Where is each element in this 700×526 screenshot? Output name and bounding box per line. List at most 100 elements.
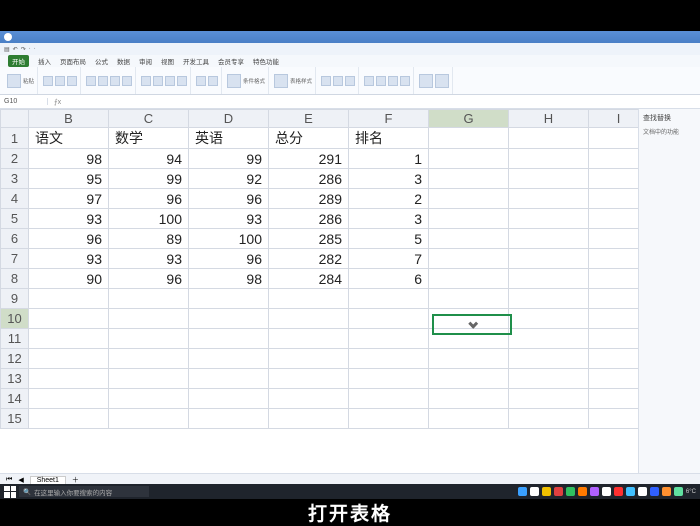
col-header-B[interactable]: B bbox=[29, 110, 109, 128]
sort-icon[interactable] bbox=[333, 76, 343, 86]
menu-2[interactable]: 页面布局 bbox=[60, 56, 86, 66]
cell-F15[interactable] bbox=[349, 409, 429, 429]
cell-C7[interactable]: 93 bbox=[109, 249, 189, 269]
cell-H11[interactable] bbox=[509, 329, 589, 349]
col-header-H[interactable]: H bbox=[509, 110, 589, 128]
col-header-C[interactable]: C bbox=[109, 110, 189, 128]
cell-F9[interactable] bbox=[349, 289, 429, 309]
row-header-15[interactable]: 15 bbox=[1, 409, 29, 429]
cell-H10[interactable] bbox=[509, 309, 589, 329]
row-header-12[interactable]: 12 bbox=[1, 349, 29, 369]
cell-F8[interactable]: 6 bbox=[349, 269, 429, 289]
qat-redo-icon[interactable]: ↷ bbox=[21, 46, 26, 53]
cell-G15[interactable] bbox=[429, 409, 509, 429]
cell-B10[interactable] bbox=[29, 309, 109, 329]
cell-H12[interactable] bbox=[509, 349, 589, 369]
weather-temp[interactable]: 6°C bbox=[686, 489, 696, 495]
cell-E15[interactable] bbox=[269, 409, 349, 429]
tray-icon-10[interactable] bbox=[638, 487, 647, 496]
taskbar-search[interactable]: 🔍 在这里输入你要搜索的内容 bbox=[19, 486, 149, 497]
cell-E6[interactable]: 285 bbox=[269, 229, 349, 249]
cell-I12[interactable] bbox=[589, 349, 639, 369]
cell-D6[interactable]: 100 bbox=[189, 229, 269, 249]
cell-B12[interactable] bbox=[29, 349, 109, 369]
cell-G10[interactable] bbox=[429, 309, 509, 329]
tray-icon-6[interactable] bbox=[590, 487, 599, 496]
underline-icon[interactable] bbox=[110, 76, 120, 86]
cell-D3[interactable]: 92 bbox=[189, 169, 269, 189]
cell-B13[interactable] bbox=[29, 369, 109, 389]
tray-icon-2[interactable] bbox=[542, 487, 551, 496]
menu-0[interactable]: 开始 bbox=[8, 55, 29, 67]
cell-I13[interactable] bbox=[589, 369, 639, 389]
row-header-3[interactable]: 3 bbox=[1, 169, 29, 189]
cell-C4[interactable]: 96 bbox=[109, 189, 189, 209]
tray-icon-13[interactable] bbox=[674, 487, 683, 496]
tray-icon-4[interactable] bbox=[566, 487, 575, 496]
cell-F10[interactable] bbox=[349, 309, 429, 329]
cell-F3[interactable]: 3 bbox=[349, 169, 429, 189]
row-header-13[interactable]: 13 bbox=[1, 369, 29, 389]
bold-icon[interactable] bbox=[86, 76, 96, 86]
cell-B9[interactable] bbox=[29, 289, 109, 309]
menu-3[interactable]: 公式 bbox=[95, 56, 108, 66]
menu-bar[interactable]: 开始插入页面布局公式数据审阅视图开发工具会员专享特色功能 bbox=[0, 55, 700, 67]
cell-I11[interactable] bbox=[589, 329, 639, 349]
cell-I15[interactable] bbox=[589, 409, 639, 429]
tray-icon-3[interactable] bbox=[554, 487, 563, 496]
cell-I5[interactable] bbox=[589, 209, 639, 229]
row-header-10[interactable]: 10 bbox=[1, 309, 29, 329]
cell-G2[interactable] bbox=[429, 149, 509, 169]
menu-7[interactable]: 开发工具 bbox=[183, 56, 209, 66]
row-col-icon[interactable] bbox=[376, 76, 386, 86]
menu-1[interactable]: 插入 bbox=[38, 56, 51, 66]
cell-H1[interactable] bbox=[509, 128, 589, 149]
cell-G13[interactable] bbox=[429, 369, 509, 389]
cell-H13[interactable] bbox=[509, 369, 589, 389]
number-format-icon[interactable] bbox=[208, 76, 218, 86]
filter-icon[interactable] bbox=[345, 76, 355, 86]
col-header-F[interactable]: F bbox=[349, 110, 429, 128]
row-header-6[interactable]: 6 bbox=[1, 229, 29, 249]
cell-F7[interactable]: 7 bbox=[349, 249, 429, 269]
row-header-1[interactable]: 1 bbox=[1, 128, 29, 149]
cell-B4[interactable]: 97 bbox=[29, 189, 109, 209]
col-header-G[interactable]: G bbox=[429, 110, 509, 128]
cell-D9[interactable] bbox=[189, 289, 269, 309]
cell-H15[interactable] bbox=[509, 409, 589, 429]
cell-H7[interactable] bbox=[509, 249, 589, 269]
cell-E2[interactable]: 291 bbox=[269, 149, 349, 169]
cell-C11[interactable] bbox=[109, 329, 189, 349]
menu-8[interactable]: 会员专享 bbox=[218, 56, 244, 66]
tray-icon-11[interactable] bbox=[650, 487, 659, 496]
cell-D2[interactable]: 99 bbox=[189, 149, 269, 169]
cell-E10[interactable] bbox=[269, 309, 349, 329]
cell-B14[interactable] bbox=[29, 389, 109, 409]
cell-D10[interactable] bbox=[189, 309, 269, 329]
cell-C3[interactable]: 99 bbox=[109, 169, 189, 189]
cell-I2[interactable] bbox=[589, 149, 639, 169]
tray-icon-12[interactable] bbox=[662, 487, 671, 496]
cell-G3[interactable] bbox=[429, 169, 509, 189]
cell-C10[interactable] bbox=[109, 309, 189, 329]
cell-I3[interactable] bbox=[589, 169, 639, 189]
cell-G14[interactable] bbox=[429, 389, 509, 409]
cell-G9[interactable] bbox=[429, 289, 509, 309]
cell-F12[interactable] bbox=[349, 349, 429, 369]
formula-bar[interactable]: G10 ⨍x bbox=[0, 95, 700, 109]
tray-icon-8[interactable] bbox=[614, 487, 623, 496]
fx-icon[interactable]: ⨍x bbox=[48, 98, 67, 106]
cell-D4[interactable]: 96 bbox=[189, 189, 269, 209]
qat-undo-icon[interactable]: ↶ bbox=[13, 46, 18, 53]
cell-D13[interactable] bbox=[189, 369, 269, 389]
quick-access-toolbar[interactable]: ▤ ↶ ↷ ·· bbox=[0, 43, 700, 55]
row-header-9[interactable]: 9 bbox=[1, 289, 29, 309]
freeze-icon[interactable] bbox=[400, 76, 410, 86]
cell-B3[interactable]: 95 bbox=[29, 169, 109, 189]
cell-E7[interactable]: 282 bbox=[269, 249, 349, 269]
cell-C6[interactable]: 89 bbox=[109, 229, 189, 249]
cell-G12[interactable] bbox=[429, 349, 509, 369]
cell-G7[interactable] bbox=[429, 249, 509, 269]
cell-G1[interactable] bbox=[429, 128, 509, 149]
spreadsheet-grid[interactable]: BCDEFGHI 1语文数学英语总分排名29894992911395999228… bbox=[0, 109, 638, 429]
